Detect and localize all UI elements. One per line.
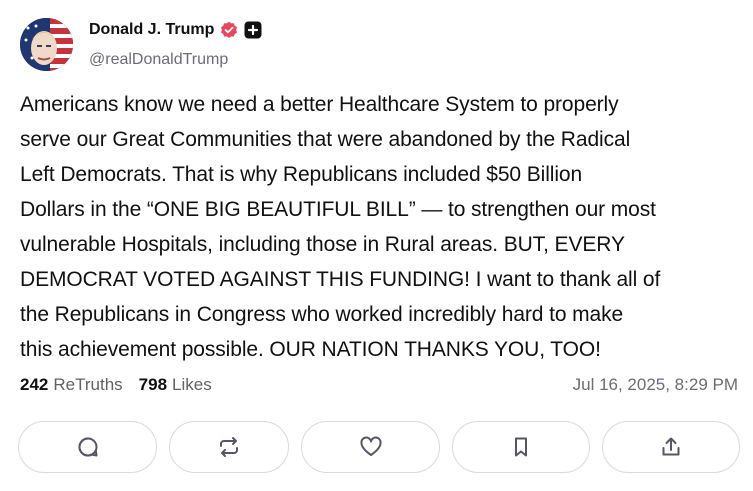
post-stats: 242 ReTruths 798 Likes [20,375,212,395]
avatar[interactable] [20,18,73,71]
post-text: Americans know we need a better Healthca… [20,93,661,361]
likes-stat[interactable]: 798 Likes [139,375,212,395]
post-card: Donald J. Trump @realDonaldTrump America… [0,0,753,491]
retruths-stat[interactable]: 242 ReTruths [20,375,123,395]
likes-count: 798 [138,375,168,394]
bookmark-button[interactable] [452,421,590,473]
comment-icon [77,437,97,457]
heart-icon [359,436,382,456]
share-icon [662,437,680,456]
retruths-count: 242 [20,375,49,394]
plus-badge-icon [244,21,262,39]
verified-badge-icon [220,21,238,39]
action-bar [18,421,740,475]
post-timestamp[interactable]: Jul 16, 2025, 8:29 PM [573,375,738,395]
share-button[interactable] [602,421,740,473]
reply-button[interactable] [18,421,157,473]
avatar-image [20,18,73,71]
retruths-label: ReTruths [53,375,123,394]
like-button[interactable] [301,421,440,473]
author-name[interactable]: Donald J. Trump [89,21,214,39]
likes-label: Likes [172,375,212,394]
author-handle[interactable]: @realDonaldTrump [89,51,228,69]
bookmark-icon [515,437,527,457]
retruth-button[interactable] [169,421,289,473]
repost-icon [220,437,238,457]
